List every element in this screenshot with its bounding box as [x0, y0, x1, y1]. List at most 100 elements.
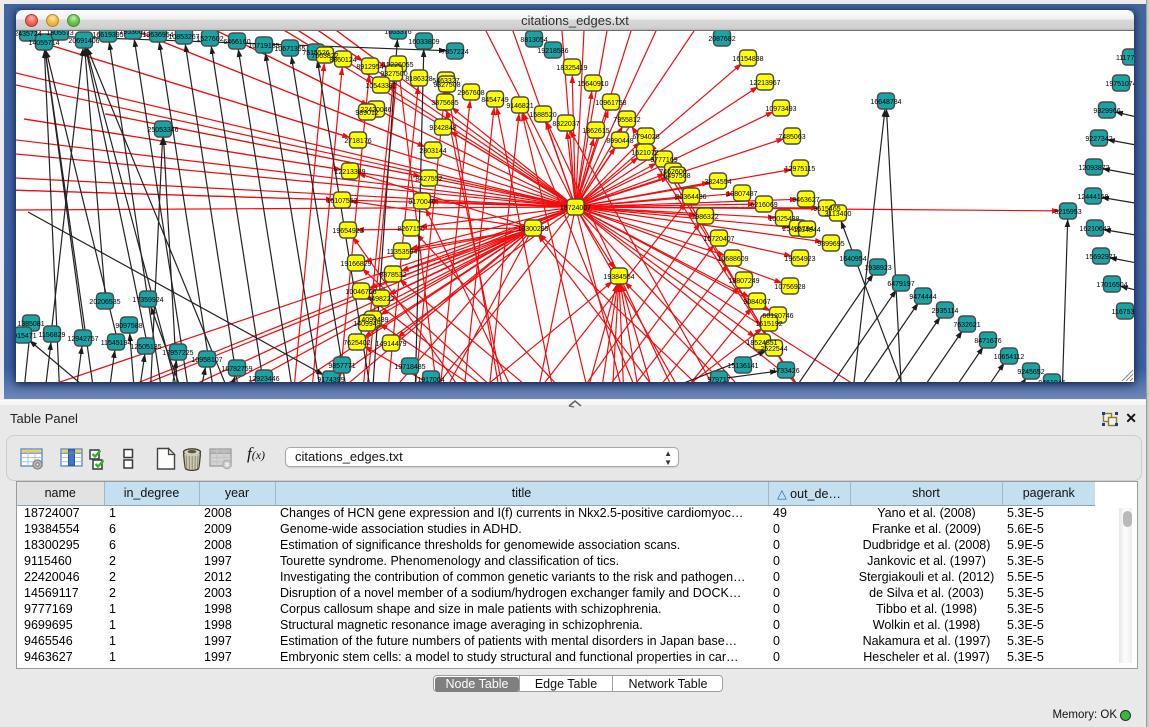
svg-text:1733426: 1733426: [772, 368, 799, 375]
svg-text:20691406: 20691406: [68, 38, 99, 45]
svg-text:9174399: 9174399: [317, 377, 344, 382]
svg-text:8427552: 8427552: [415, 176, 442, 183]
svg-text:11545194: 11545194: [101, 340, 132, 347]
svg-text:8813054: 8813054: [520, 37, 547, 44]
svg-text:8454749: 8454749: [481, 97, 508, 104]
svg-text:9857771: 9857771: [328, 363, 355, 370]
svg-text:9899695: 9899695: [817, 241, 844, 248]
svg-text:1527602: 1527602: [196, 36, 223, 43]
svg-text:9146821: 9146821: [506, 103, 533, 110]
svg-text:10654112: 10654112: [994, 354, 1025, 361]
svg-text:8860124: 8860124: [329, 57, 356, 64]
svg-text:19384554: 19384554: [603, 274, 634, 281]
svg-text:3824554: 3824554: [704, 179, 731, 186]
svg-text:20206535: 20206535: [89, 299, 120, 306]
svg-text:10671355: 10671355: [274, 46, 305, 53]
svg-text:989012: 989012: [355, 110, 378, 117]
svg-text:16107553: 16107553: [326, 198, 357, 205]
svg-text:10543382: 10543382: [365, 83, 396, 90]
svg-text:3875685: 3875685: [431, 100, 458, 107]
svg-text:9327508: 9327508: [433, 82, 460, 89]
svg-text:20364436: 20364436: [675, 194, 706, 201]
svg-text:6216069: 6216069: [750, 202, 777, 209]
svg-text:19218586: 19218586: [537, 48, 568, 55]
svg-text:2803144: 2803144: [419, 148, 446, 155]
svg-text:12213389: 12213389: [334, 169, 365, 176]
svg-text:10958107: 10958107: [191, 357, 222, 364]
svg-text:8322037: 8322037: [552, 121, 579, 128]
svg-text:979717: 979717: [707, 377, 730, 382]
svg-text:15692971: 15692971: [1085, 254, 1116, 261]
svg-text:10688609: 10688609: [717, 256, 748, 263]
svg-text:9329966: 9329966: [1093, 108, 1120, 115]
svg-text:10961758: 10961758: [595, 100, 626, 107]
svg-text:1167533: 1167533: [1112, 309, 1134, 316]
svg-text:9327500: 9327500: [380, 71, 407, 78]
svg-text:7955812: 7955812: [613, 117, 640, 124]
svg-text:9242848: 9242848: [429, 125, 456, 132]
svg-text:2718176: 2718176: [344, 138, 371, 145]
svg-text:16648784: 16648784: [870, 99, 901, 106]
svg-text:8267150: 8267150: [397, 226, 424, 233]
svg-text:3915471: 3915471: [16, 333, 37, 340]
svg-text:9097588: 9097588: [115, 323, 142, 330]
svg-text:19654923: 19654923: [784, 256, 815, 263]
svg-text:1938923: 1938923: [864, 265, 891, 272]
svg-text:10756928: 10756928: [774, 284, 805, 291]
svg-text:1362615: 1362615: [582, 128, 609, 135]
svg-text:10046766: 10046766: [345, 289, 376, 296]
svg-text:2435724: 2435724: [16, 31, 42, 38]
svg-text:9227342: 9227342: [1085, 136, 1112, 143]
svg-text:8471676: 8471676: [974, 338, 1001, 345]
svg-text:1409949: 1409949: [353, 321, 380, 328]
svg-text:15640910: 15640910: [577, 81, 608, 88]
svg-text:18724007: 18724007: [560, 205, 591, 212]
svg-text:19166829: 19166829: [340, 261, 371, 268]
svg-text:1385081: 1385081: [17, 321, 44, 328]
svg-text:18807249: 18807249: [728, 278, 759, 285]
svg-text:60120746: 60120746: [762, 313, 793, 320]
svg-text:1917004: 1917004: [417, 377, 444, 382]
svg-text:7625402: 7625402: [343, 340, 370, 347]
svg-text:10853267: 10853267: [168, 34, 199, 41]
svg-text:12213967: 12213967: [749, 80, 780, 87]
svg-text:19751074: 19751074: [1105, 81, 1134, 88]
svg-text:12444158: 12444158: [1077, 194, 1108, 201]
svg-text:9461045: 9461045: [1038, 380, 1065, 382]
svg-text:25053346: 25053346: [147, 127, 178, 134]
svg-text:19654923: 19654923: [332, 228, 363, 235]
svg-text:16154838: 16154838: [732, 56, 763, 63]
svg-text:8215953: 8215953: [1054, 209, 1081, 216]
svg-text:15720407: 15720407: [703, 236, 734, 243]
svg-text:15226055: 15226055: [382, 62, 413, 69]
svg-text:9777169: 9777169: [650, 157, 677, 164]
svg-text:1640954: 1640954: [839, 256, 866, 263]
svg-text:7857224: 7857224: [441, 49, 468, 56]
svg-text:12093872: 12093872: [1078, 165, 1109, 172]
svg-text:1588520: 1588520: [529, 112, 556, 119]
svg-text:1621072: 1621072: [631, 150, 658, 157]
svg-text:11177428: 11177428: [1116, 55, 1134, 62]
svg-text:1234844: 1234844: [793, 227, 820, 234]
svg-text:2967608: 2967608: [457, 90, 484, 97]
svg-text:1805573: 1805573: [46, 31, 73, 37]
svg-text:8990448: 8990448: [606, 138, 633, 145]
svg-text:11353594: 11353594: [387, 249, 418, 256]
svg-text:16210643: 16210643: [1079, 226, 1110, 233]
svg-text:8186328: 8186328: [405, 76, 432, 83]
svg-text:12505135: 12505135: [130, 344, 161, 351]
svg-text:6497568: 6497568: [663, 173, 690, 180]
svg-text:6794028: 6794028: [632, 134, 659, 141]
svg-text:2935114: 2935114: [932, 308, 959, 315]
svg-text:9170040: 9170040: [408, 199, 435, 206]
svg-text:1615192: 1615192: [755, 321, 782, 328]
svg-text:17016504: 17016504: [1096, 282, 1127, 289]
svg-text:16033809: 16033809: [408, 39, 439, 46]
svg-text:6479197: 6479197: [887, 281, 914, 288]
svg-text:18325419: 18325419: [556, 65, 587, 72]
svg-text:9474444: 9474444: [909, 294, 936, 301]
svg-text:17957225: 17957225: [162, 350, 193, 357]
svg-text:10807487: 10807487: [726, 191, 757, 198]
svg-text:9463627: 9463627: [792, 197, 819, 204]
svg-text:2522544: 2522544: [760, 346, 787, 353]
